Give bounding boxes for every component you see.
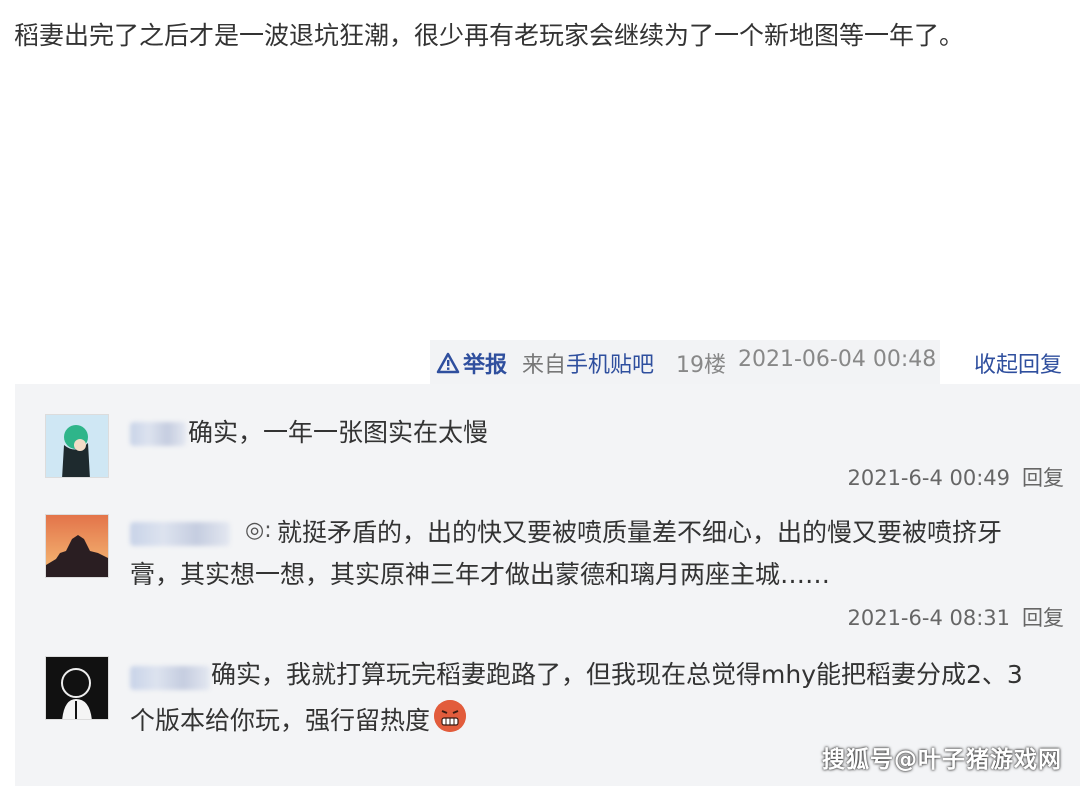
floor-number: 19楼 xyxy=(676,353,726,378)
reply-button[interactable]: 回复 xyxy=(1022,606,1064,630)
collapse-replies-button[interactable]: 收起回复 xyxy=(974,347,1062,379)
post-body-text: 稻妻出完了之后才是一波退坑狂潮，很少再有老玩家会继续为了一个新地图等一年了。 xyxy=(14,21,965,50)
grimace-emoji-icon xyxy=(434,700,467,732)
reply-text-line: 就挺矛盾的，出的快又要被喷质量差不细心，出的慢又要被喷挤牙 xyxy=(277,518,1003,547)
avatar[interactable] xyxy=(45,414,109,478)
list-item: 确实，我就打算玩完稻妻跑路了，但我现在总觉得mhy能把稻妻分成2、3 个版本给你… xyxy=(15,644,1080,786)
reply-button[interactable]: 回复 xyxy=(1022,466,1064,490)
reply-text-line: 个版本给你玩，强行留热度 xyxy=(130,700,467,742)
reply-timestamp: 2021-6-4 08:31 xyxy=(847,606,1010,630)
post-timestamp: 2021-06-04 00:48 xyxy=(738,347,937,372)
reply-timestamp: 2021-6-4 00:49 xyxy=(847,466,1010,490)
warning-icon xyxy=(436,352,460,374)
client-link[interactable]: 手机贴吧 xyxy=(566,353,654,378)
reply-text-line: 确实，我就打算玩完稻妻跑路了，但我现在总觉得mhy能把稻妻分成2、3 xyxy=(211,660,1023,689)
reply-text-line: 膏，其实想一想，其实原神三年才做出蒙德和璃月两座主城…… xyxy=(130,560,831,589)
post-source: 来自手机贴吧 xyxy=(522,347,654,379)
reply-text-segment: 个版本给你玩，强行留热度 xyxy=(130,706,431,735)
report-label: 举报 xyxy=(463,353,508,378)
reply-text: 确实，一年一张图实在太慢 xyxy=(188,418,489,447)
reply-list: 确实，一年一张图实在太慢 2021-6-4 00:49 回复 ◎: 就挺矛盾的，出… xyxy=(15,384,1080,786)
report-button[interactable]: 举报 xyxy=(436,347,507,379)
reply-footer: 2021-6-4 00:49 回复 xyxy=(847,462,1064,492)
avatar[interactable] xyxy=(45,514,109,578)
list-item: 确实，一年一张图实在太慢 2021-6-4 00:49 回复 xyxy=(15,384,1080,504)
source-prefix: 来自 xyxy=(522,353,567,378)
username-blurred[interactable] xyxy=(130,422,186,446)
post-meta-bar: 举报 来自手机贴吧 19楼 2021-06-04 00:48 收起回复 xyxy=(0,340,1080,384)
avatar[interactable] xyxy=(45,656,109,720)
list-item: ◎: 就挺矛盾的，出的快又要被喷质量差不细心，出的慢又要被喷挤牙 膏，其实想一想… xyxy=(15,504,1080,644)
target-icon: ◎: xyxy=(245,518,272,543)
username-blurred[interactable] xyxy=(130,666,210,690)
username-blurred[interactable] xyxy=(130,522,230,546)
watermark: 搜狐号@叶子猪游戏网 xyxy=(822,747,1062,773)
reply-footer: 2021-6-4 08:31 回复 xyxy=(847,602,1064,632)
